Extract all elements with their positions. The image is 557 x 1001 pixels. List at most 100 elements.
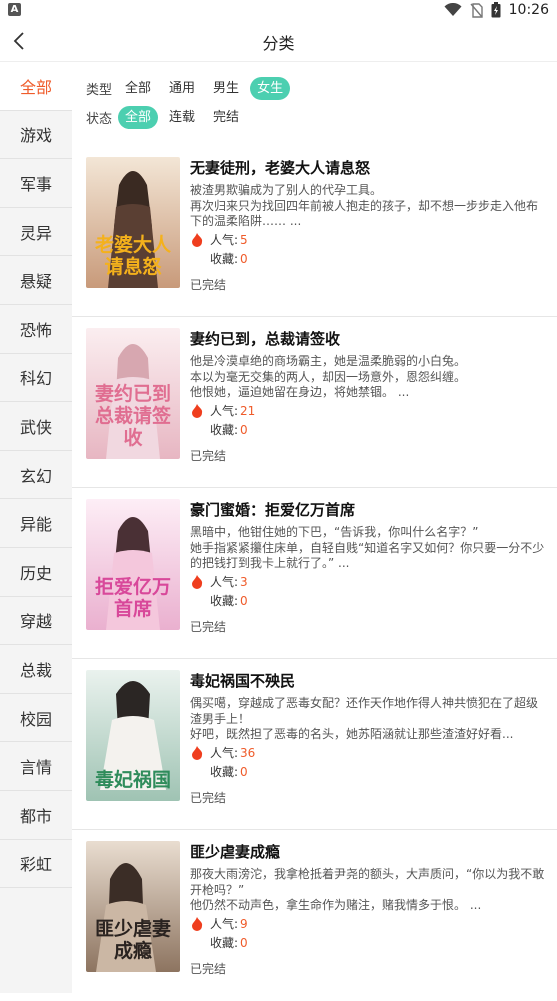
type-chip-general[interactable]: 通用 <box>162 77 202 100</box>
status-filter-row: 状态 全部 连载 完结 <box>86 105 250 129</box>
flame-icon <box>192 916 203 931</box>
favorites-stat: 收藏: 0 <box>210 592 248 609</box>
flame-icon <box>192 232 203 247</box>
sidebar-item-all[interactable]: 全部 <box>0 62 72 111</box>
book-title[interactable]: 无妻徒刑，老婆大人请息怒 <box>190 157 550 178</box>
sidebar-item-mystery[interactable]: 悬疑 <box>0 256 72 305</box>
cover-title: 匪少虐妻成瘾 <box>94 918 171 962</box>
popularity-stat: 人气: 36 <box>190 744 255 761</box>
wifi-icon <box>444 3 462 16</box>
favorites-value: 0 <box>240 936 248 950</box>
popularity-label: 人气: <box>210 746 239 760</box>
popularity-stat: 人气: 5 <box>190 231 248 248</box>
book-cover[interactable]: 拒爱亿万首席 <box>86 499 180 630</box>
sidebar-item-urban[interactable]: 都市 <box>0 791 72 840</box>
cover-title: 毒妃祸国 <box>94 769 171 791</box>
favorites-stat: 收藏: 0 <box>210 421 248 438</box>
status-icons: 10:26 <box>444 1 549 19</box>
book-description: 被渣男欺骗成为了别人的代孕工具。 再次归来只为找回四年前被人抱走的孩子，却不想一… <box>190 183 539 228</box>
type-chip-all[interactable]: 全部 <box>118 77 158 100</box>
favorites-label: 收藏: <box>210 765 239 779</box>
book-description: 偶买噶，穿越成了恶毒女配？还作天作地作得人神共愤犯在了超级渣男手上！ 好吧，既然… <box>190 696 539 741</box>
status-bar: A 10:26 <box>0 0 557 20</box>
book-title[interactable]: 匪少虐妻成瘾 <box>190 841 550 862</box>
book-card[interactable]: 拒爱亿万首席 豪门蜜婚：拒爱亿万首席 黑暗中，他钳住她的下巴，“告诉我，你叫什么… <box>72 488 557 659</box>
popularity-stat: 人气: 9 <box>190 915 248 932</box>
sidebar-item-history[interactable]: 历史 <box>0 548 72 597</box>
category-sidebar: 全部 游戏 军事 灵异 悬疑 恐怖 科幻 武侠 玄幻 异能 历史 穿越 总裁 校… <box>0 62 72 993</box>
popularity-value: 3 <box>240 574 248 589</box>
sidebar-item-time-travel[interactable]: 穿越 <box>0 597 72 646</box>
book-description: 他是冷漠卓绝的商场霸主，她是温柔脆弱的小白兔。 本以为毫无交集的两人，却因一场意… <box>190 354 467 399</box>
popularity-value: 36 <box>240 745 256 760</box>
favorites-value: 0 <box>240 423 248 437</box>
sidebar-item-supernatural[interactable]: 灵异 <box>0 208 72 257</box>
favorites-label: 收藏: <box>210 594 239 608</box>
favorites-label: 收藏: <box>210 252 239 266</box>
no-sim-icon <box>470 2 483 18</box>
favorites-value: 0 <box>240 252 248 266</box>
type-filter-row: 类型 全部 通用 男生 女生 <box>86 76 294 100</box>
cover-title: 妻约已到总裁请签收 <box>94 383 171 449</box>
book-cover[interactable]: 毒妃祸国 <box>86 670 180 801</box>
cover-title: 拒爱亿万首席 <box>94 576 171 620</box>
flame-icon <box>192 574 203 589</box>
book-cover[interactable]: 妻约已到总裁请签收 <box>86 328 180 459</box>
type-chip-male[interactable]: 男生 <box>206 77 246 100</box>
book-card[interactable]: 妻约已到总裁请签收 妻约已到，总裁请签收 他是冷漠卓绝的商场霸主，她是温柔脆弱的… <box>72 317 557 488</box>
book-status: 已完结 <box>190 278 227 292</box>
popularity-value: 21 <box>240 403 256 418</box>
sidebar-item-romance[interactable]: 言情 <box>0 742 72 791</box>
book-status: 已完结 <box>190 791 227 805</box>
book-description: 黑暗中，他钳住她的下巴，“告诉我，你叫什么名字？” 她手指紧紧攥住床单，自轻自贱… <box>190 525 545 570</box>
flame-icon <box>192 745 203 760</box>
sidebar-item-ceo[interactable]: 总裁 <box>0 645 72 694</box>
cover-title: 老婆大人请息怒 <box>94 234 171 278</box>
sidebar-item-horror[interactable]: 恐怖 <box>0 305 72 354</box>
type-filter-label: 类型 <box>86 82 113 98</box>
popularity-value: 5 <box>240 232 248 247</box>
book-cover[interactable]: 老婆大人请息怒 <box>86 157 180 288</box>
book-status: 已完结 <box>190 620 227 634</box>
sidebar-item-wuxia[interactable]: 武侠 <box>0 402 72 451</box>
book-cover[interactable]: 匪少虐妻成瘾 <box>86 841 180 972</box>
book-list-panel: 类型 全部 通用 男生 女生 状态 全部 连载 完结 老婆大人请息怒 无妻徒刑，… <box>72 62 557 993</box>
popularity-label: 人气: <box>210 575 239 589</box>
status-filter-label: 状态 <box>86 111 113 127</box>
popularity-value: 9 <box>240 916 248 931</box>
book-description: 那夜大雨滂沱，我拿枪抵着尹尧的额头，大声质问，“你以为我不敢开枪吗？” 他仍然不… <box>190 867 545 912</box>
favorites-stat: 收藏: 0 <box>210 763 248 780</box>
battery-icon <box>491 2 501 18</box>
status-chip-finished[interactable]: 完结 <box>206 106 246 129</box>
sidebar-item-campus[interactable]: 校园 <box>0 694 72 743</box>
favorites-label: 收藏: <box>210 936 239 950</box>
header-bar: 分类 <box>0 20 557 62</box>
favorites-value: 0 <box>240 594 248 608</box>
popularity-label: 人气: <box>210 233 239 247</box>
sidebar-item-fantasy[interactable]: 玄幻 <box>0 451 72 500</box>
sidebar-item-scifi[interactable]: 科幻 <box>0 354 72 403</box>
book-title[interactable]: 豪门蜜婚：拒爱亿万首席 <box>190 499 550 520</box>
popularity-label: 人气: <box>210 404 239 418</box>
favorites-label: 收藏: <box>210 423 239 437</box>
favorites-value: 0 <box>240 765 248 779</box>
status-chip-all[interactable]: 全部 <box>118 105 159 129</box>
sidebar-item-rainbow[interactable]: 彩虹 <box>0 840 72 889</box>
book-title[interactable]: 妻约已到，总裁请签收 <box>190 328 550 349</box>
book-title[interactable]: 毒妃祸国不殃民 <box>190 670 550 691</box>
type-chip-female[interactable]: 女生 <box>250 76 291 100</box>
book-card[interactable]: 毒妃祸国 毒妃祸国不殃民 偶买噶，穿越成了恶毒女配？还作天作地作得人神共愤犯在了… <box>72 659 557 830</box>
popularity-stat: 人气: 3 <box>190 573 248 590</box>
clock: 10:26 <box>508 2 549 18</box>
sidebar-item-superpower[interactable]: 异能 <box>0 499 72 548</box>
book-card[interactable]: 老婆大人请息怒 无妻徒刑，老婆大人请息怒 被渣男欺骗成为了别人的代孕工具。 再次… <box>72 146 557 317</box>
status-chip-serial[interactable]: 连载 <box>162 106 202 129</box>
book-status: 已完结 <box>190 449 227 463</box>
app-notification-icon: A <box>8 3 21 16</box>
book-card[interactable]: 匪少虐妻成瘾 匪少虐妻成瘾 那夜大雨滂沱，我拿枪抵着尹尧的额头，大声质问，“你以… <box>72 830 557 1001</box>
sidebar-item-game[interactable]: 游戏 <box>0 111 72 160</box>
popularity-stat: 人气: 21 <box>190 402 255 419</box>
page-title: 分类 <box>262 34 295 53</box>
sidebar-item-military[interactable]: 军事 <box>0 159 72 208</box>
book-status: 已完结 <box>190 962 227 976</box>
